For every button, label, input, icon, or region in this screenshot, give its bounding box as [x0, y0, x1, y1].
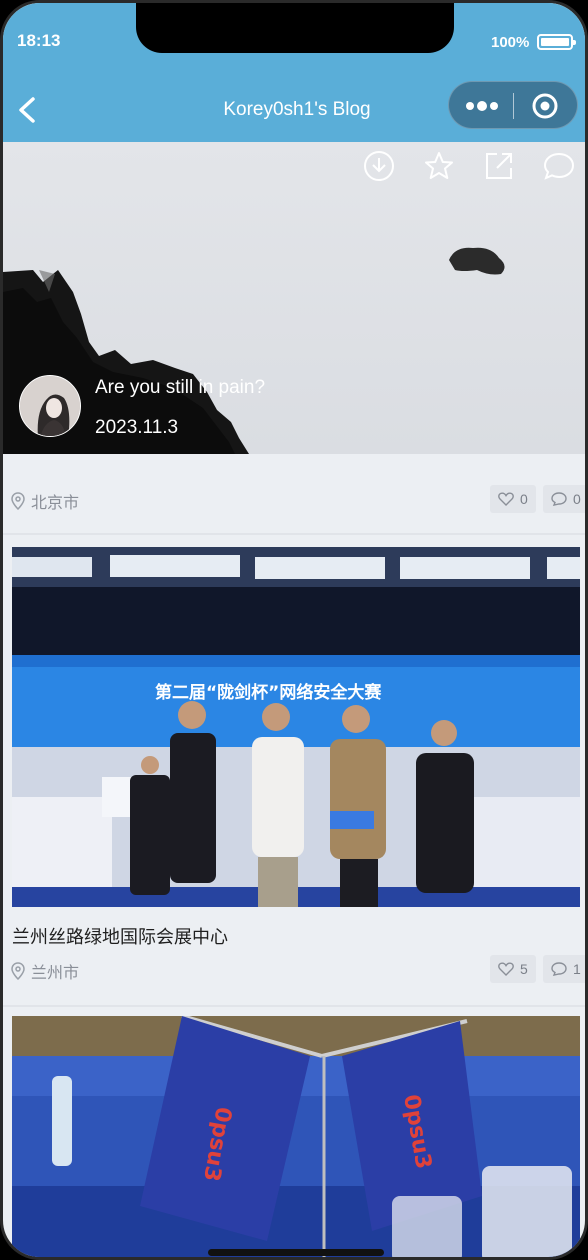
status-time: 18:13	[17, 31, 61, 50]
person-5	[130, 756, 170, 895]
capsule-divider	[513, 93, 514, 119]
comment-button[interactable]: 0	[543, 485, 585, 513]
location-label: 北京市	[31, 495, 80, 512]
heart-icon	[498, 962, 514, 976]
chair	[482, 1166, 572, 1257]
banner-text: 第二届“陇剑杯”网络安全大赛	[155, 682, 382, 703]
location-pin-icon	[11, 962, 25, 980]
like-count: 5	[520, 961, 528, 977]
post-caption: 兰州丝路绿地国际会展中心	[12, 927, 228, 947]
battery-icon	[537, 34, 576, 50]
hero-banner[interactable]: Are you still in pain? 2023.11.3	[3, 142, 585, 454]
like-count: 0	[520, 491, 528, 507]
comment-button[interactable]: 1	[543, 955, 585, 983]
hero-date: 2023.11.3	[95, 417, 179, 438]
post-photo[interactable]: 第二届“陇剑杯”网络安全大赛	[12, 547, 580, 907]
hero-ink-background	[3, 142, 585, 454]
mini-program-capsule	[448, 81, 578, 129]
home-indicator[interactable]	[208, 1249, 384, 1256]
location-pin-icon	[11, 492, 25, 510]
heart-icon	[498, 492, 514, 506]
star-icon[interactable]	[423, 150, 455, 182]
comment-bubble-icon	[551, 962, 567, 976]
chair	[392, 1196, 462, 1257]
hero-title: Are you still in pain?	[95, 377, 266, 398]
like-button[interactable]: 5	[490, 955, 536, 983]
notch	[136, 3, 454, 53]
battery-percentage: 100%	[491, 34, 530, 51]
post-meta-row: 北京市 0 0	[3, 485, 585, 515]
navigation-bar: 18:13 100% Korey0sh1's Blog	[3, 3, 585, 142]
close-mini-program-icon[interactable]	[531, 92, 559, 120]
post-location: 兰州市	[11, 959, 79, 983]
like-button[interactable]: 0	[490, 485, 536, 513]
divider	[3, 533, 585, 535]
comment-icon[interactable]	[543, 150, 575, 182]
comment-count: 1	[573, 961, 581, 977]
post-photo[interactable]: 0psu3 0psu3	[12, 1016, 580, 1257]
phone-screen: 18:13 100% Korey0sh1's Blog Are you stil…	[0, 0, 588, 1260]
comment-bubble-icon	[551, 492, 567, 506]
post-meta-row: 兰州市 5 1	[3, 955, 585, 985]
divider	[3, 1005, 585, 1007]
comment-count: 0	[573, 491, 581, 507]
location-label: 兰州市	[31, 965, 80, 982]
author-avatar[interactable]	[19, 375, 81, 437]
more-options-icon[interactable]	[465, 98, 499, 114]
download-icon[interactable]	[363, 150, 395, 182]
post-location: 北京市	[11, 489, 79, 513]
share-icon[interactable]	[483, 150, 515, 182]
water-bottle	[52, 1076, 72, 1166]
